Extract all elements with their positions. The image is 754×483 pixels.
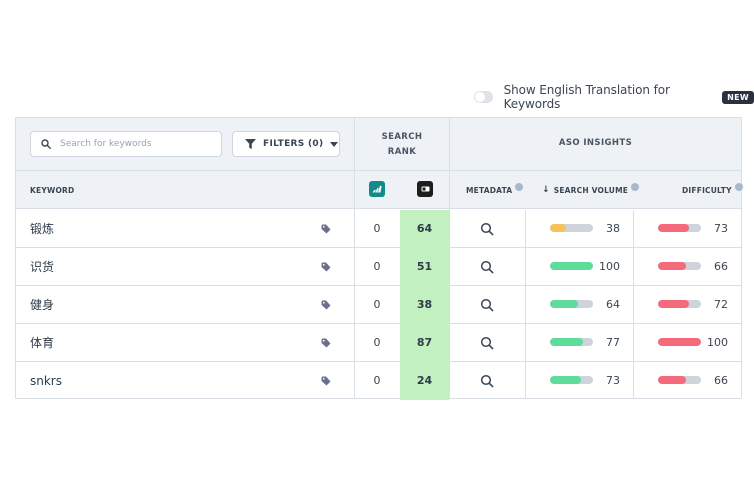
- tag-icon[interactable]: [321, 262, 331, 272]
- info-icon[interactable]: [631, 183, 640, 191]
- rank-nike-value: 87: [400, 324, 449, 362]
- search-volume-header-label: SEARCH VOLUME: [553, 185, 629, 195]
- magnifier-icon[interactable]: [480, 222, 494, 236]
- info-icon[interactable]: [515, 183, 524, 191]
- search-volume-bar-fill: [550, 338, 584, 346]
- tag-icon[interactable]: [321, 224, 331, 234]
- nike-app-icon: [417, 181, 433, 197]
- difficulty-value: 100: [707, 336, 728, 349]
- search-volume-bar-fill: [550, 262, 593, 270]
- rank-nike-value: 38: [400, 286, 449, 324]
- difficulty-value: 73: [714, 222, 728, 235]
- keyword-column-header[interactable]: KEYWORD: [30, 171, 74, 209]
- rank-adidas-value: 0: [373, 260, 381, 273]
- difficulty-bar: [658, 376, 701, 384]
- rank-adidas-value: 0: [373, 374, 381, 387]
- column-divider: [354, 118, 355, 398]
- magnifier-icon[interactable]: [480, 374, 494, 388]
- metadata-header-label: METADATA: [466, 185, 513, 195]
- chevron-down-icon: [330, 141, 339, 147]
- magnifier-icon[interactable]: [480, 260, 494, 274]
- difficulty-bar-fill: [658, 376, 687, 384]
- keyword-text: snkrs: [30, 374, 62, 388]
- search-volume-bar: [550, 300, 593, 308]
- rank-nike-value: 24: [400, 362, 449, 400]
- magnifier-icon[interactable]: [480, 336, 494, 350]
- rank-nike-value: 51: [400, 248, 449, 286]
- info-icon[interactable]: [734, 183, 743, 191]
- column-divider: [449, 118, 450, 398]
- tag-icon[interactable]: [321, 338, 331, 348]
- search-volume-bar: [550, 224, 593, 232]
- adidas-logo: [372, 185, 382, 193]
- search-volume-bar: [550, 262, 593, 270]
- keyword-search-input[interactable]: [60, 139, 210, 149]
- difficulty-bar: [658, 224, 701, 232]
- rank-nike-value: 64: [400, 210, 449, 248]
- difficulty-bar: [658, 338, 701, 346]
- difficulty-header-label: DIFFICULTY: [682, 185, 732, 195]
- rank-adidas-value: 0: [373, 336, 381, 349]
- search-volume-value: 38: [606, 222, 620, 235]
- difficulty-bar-fill: [658, 262, 687, 270]
- tag-icon[interactable]: [321, 300, 331, 310]
- search-volume-bar: [550, 338, 593, 346]
- difficulty-bar: [658, 300, 701, 308]
- translation-toggle[interactable]: [474, 91, 493, 103]
- column-divider: [633, 210, 634, 398]
- nike-logo: [421, 186, 429, 192]
- keyword-text: 健身: [30, 298, 55, 312]
- difficulty-column-header[interactable]: DIFFICULTY: [682, 171, 743, 209]
- search-icon: [41, 139, 51, 149]
- difficulty-bar-fill: [658, 338, 701, 346]
- difficulty-value: 72: [714, 298, 728, 311]
- metadata-column-header[interactable]: METADATA: [466, 171, 524, 209]
- search-volume-value: 77: [606, 336, 620, 349]
- aso-insights-group-header: ASO INSIGHTS: [558, 138, 633, 148]
- difficulty-value: 66: [714, 374, 728, 387]
- keyword-search-field[interactable]: [30, 131, 222, 157]
- search-volume-bar-fill: [550, 300, 578, 308]
- rank-adidas-value: 0: [373, 298, 381, 311]
- search-volume-value: 100: [599, 260, 620, 273]
- keywords-table: FILTERS (0) SEARCH RANK ASO INSIGHTS KEY…: [15, 117, 743, 400]
- keyword-text: 识货: [30, 260, 55, 274]
- filters-label: FILTERS (0): [263, 139, 324, 149]
- column-divider: [525, 210, 526, 398]
- table-header-top: FILTERS (0) SEARCH RANK ASO INSIGHTS: [16, 118, 741, 171]
- sort-arrow-icon: ↓: [542, 185, 550, 195]
- difficulty-bar: [658, 262, 701, 270]
- search-rank-group-header: SEARCH RANK: [381, 132, 423, 157]
- magnifier-icon[interactable]: [480, 298, 494, 312]
- search-volume-bar-fill: [550, 376, 582, 384]
- translation-toggle-label: Show English Translation for Keywords: [503, 83, 670, 111]
- difficulty-value: 66: [714, 260, 728, 273]
- search-volume-bar-fill: [550, 224, 567, 232]
- translation-toggle-row: Show English Translation for Keywords NE…: [474, 83, 754, 111]
- search-volume-bar: [550, 376, 593, 384]
- difficulty-bar-fill: [658, 300, 689, 308]
- rank-adidas-value: 0: [373, 222, 381, 235]
- search-volume-value: 73: [606, 374, 620, 387]
- keyword-text: 锻炼: [30, 222, 55, 236]
- new-badge: NEW: [722, 90, 754, 104]
- search-volume-value: 64: [606, 298, 620, 311]
- tag-icon[interactable]: [321, 376, 331, 386]
- keyword-text: 体育: [30, 336, 55, 350]
- search-volume-column-header[interactable]: ↓ SEARCH VOLUME: [542, 171, 640, 209]
- difficulty-bar-fill: [658, 224, 690, 232]
- filters-button[interactable]: FILTERS (0): [232, 131, 340, 157]
- funnel-icon: [245, 139, 256, 149]
- adidas-app-icon: [369, 181, 385, 197]
